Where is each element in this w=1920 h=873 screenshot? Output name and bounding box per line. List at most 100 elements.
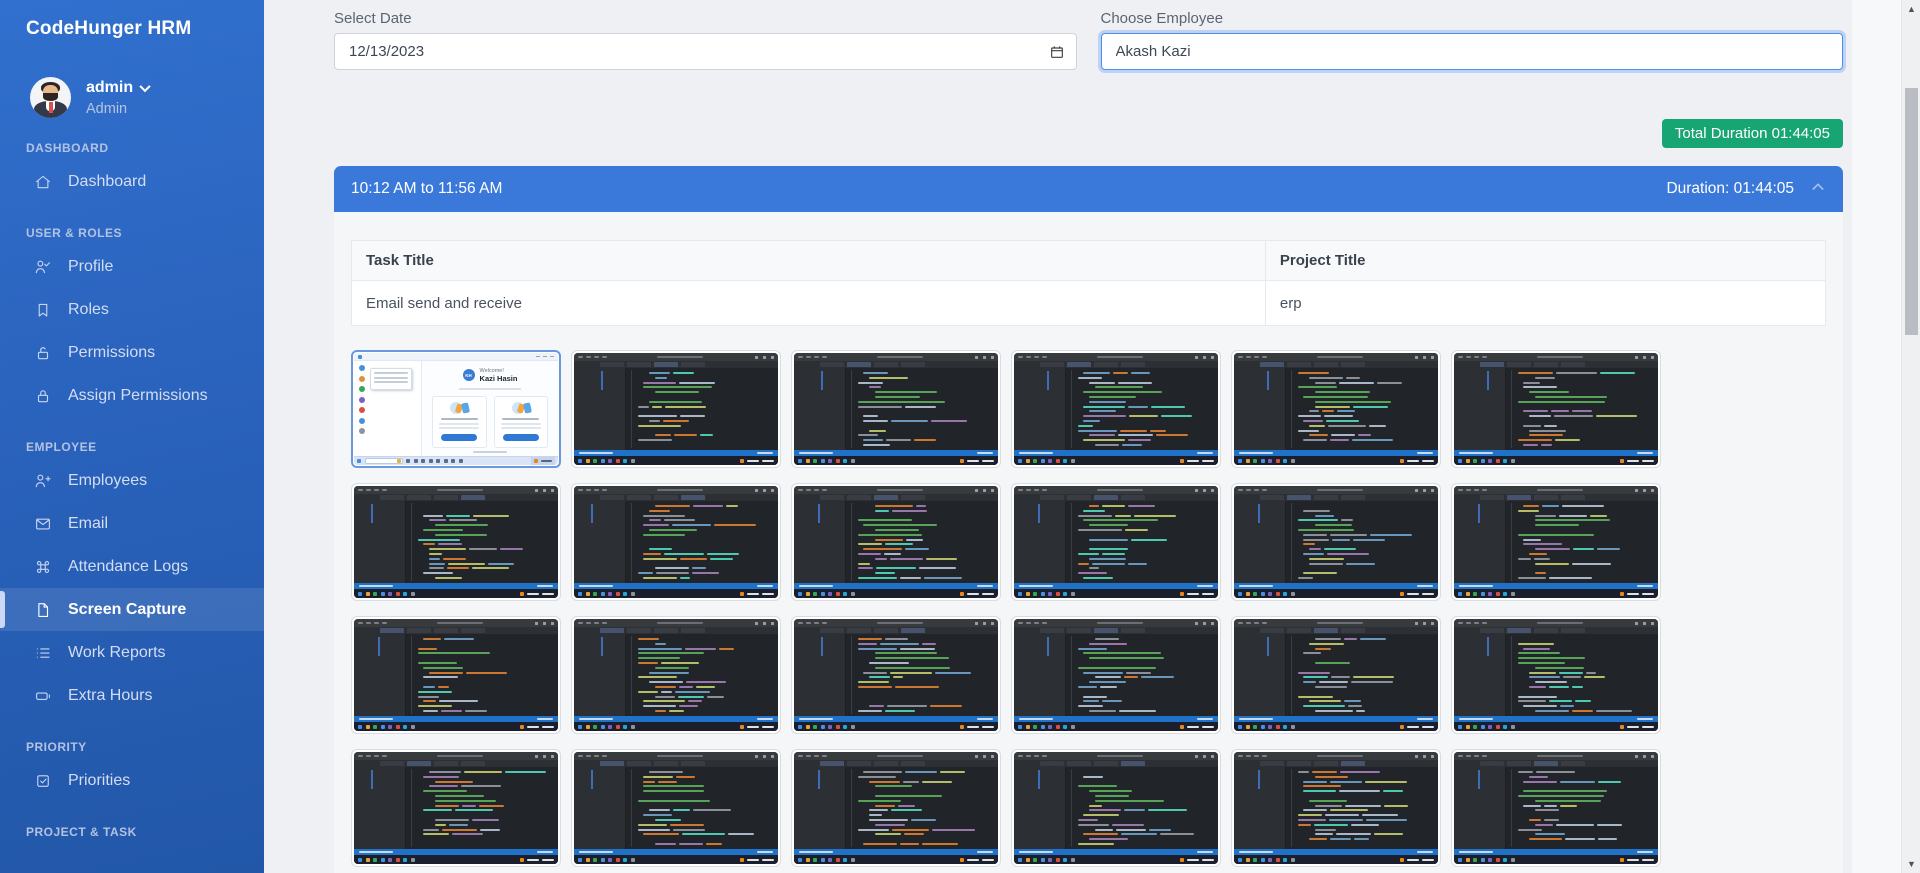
- window-titlebar: [354, 353, 558, 361]
- file-tree-panel: [1454, 501, 1506, 583]
- date-input[interactable]: [347, 42, 1064, 61]
- app-brand: CodeHunger HRM: [26, 18, 264, 40]
- taskbar-app-icon: [806, 459, 810, 463]
- employee-input[interactable]: [1114, 42, 1831, 61]
- list-item: [359, 428, 416, 434]
- sidebar-item-permissions[interactable]: Permissions: [0, 331, 264, 374]
- main-content: Select Date Choose Employee Total Durati…: [264, 0, 1852, 873]
- sidebar-item-dashboard[interactable]: Dashboard: [0, 160, 264, 203]
- screenshot-thumbnail[interactable]: [351, 749, 561, 867]
- taskbar-tray: [1180, 592, 1214, 596]
- date-input-box[interactable]: [334, 33, 1077, 70]
- screenshot-thumbnail[interactable]: [1231, 616, 1441, 734]
- windows-taskbar: [354, 589, 558, 598]
- screenshot-thumbnail[interactable]: [791, 749, 1001, 867]
- screenshot-thumbnail-selected[interactable]: KHWelcome!Kazi Hasin: [351, 350, 561, 468]
- taskbar-search-box: [365, 458, 403, 464]
- taskbar-app-icon: [843, 858, 847, 862]
- taskbar-app-icon: [1488, 725, 1492, 729]
- sidebar-item-roles[interactable]: Roles: [0, 288, 264, 331]
- employee-input-box[interactable]: [1101, 33, 1844, 70]
- taskbar-app-icon: [1291, 459, 1295, 463]
- taskbar-app-icon: [1056, 592, 1060, 596]
- user-menu[interactable]: admin Admin: [30, 77, 264, 118]
- sidebar-item-extra-hours[interactable]: Extra Hours: [0, 674, 264, 717]
- scroll-down-arrow[interactable]: ▼: [1902, 859, 1920, 869]
- editor-tabs: [1014, 494, 1218, 501]
- window-titlebar: [574, 353, 778, 361]
- windows-taskbar: [794, 589, 998, 598]
- sidebar-item-work-reports[interactable]: Work Reports: [0, 631, 264, 674]
- command-icon: [34, 558, 52, 576]
- screenshot-thumbnail[interactable]: [571, 749, 781, 867]
- screenshot-thumbnail[interactable]: [1011, 616, 1221, 734]
- window-titlebar: [1234, 619, 1438, 627]
- session-header[interactable]: 10:12 AM to 11:56 AM Duration: 01:44:05: [334, 166, 1843, 212]
- screenshot-thumbnail[interactable]: [1011, 483, 1221, 601]
- sidebar-item-screen-capture[interactable]: Screen Capture: [0, 588, 264, 631]
- window-titlebar: [1454, 752, 1658, 760]
- taskbar-app-icon: [1488, 592, 1492, 596]
- editor-tabs: [1234, 361, 1438, 368]
- screenshot-thumbnail[interactable]: [1451, 483, 1661, 601]
- screenshot-thumbnail[interactable]: [1231, 483, 1441, 601]
- taskbar-app-icon: [411, 592, 415, 596]
- windows-taskbar: [1454, 722, 1658, 731]
- session-time-range: 10:12 AM to 11:56 AM: [351, 180, 502, 198]
- taskbar-tray: [520, 725, 554, 729]
- screenshot-thumbnail[interactable]: [571, 350, 781, 468]
- window-titlebar: [1234, 752, 1438, 760]
- taskbar-app-icon: [1063, 858, 1067, 862]
- chevron-up-icon[interactable]: [1810, 179, 1826, 200]
- taskbar-app-icon: [1268, 459, 1272, 463]
- taskbar-app-icon: [1488, 459, 1492, 463]
- taskbar-app-icon: [1033, 725, 1037, 729]
- file-tree-panel: [794, 501, 846, 583]
- screenshot-thumbnail[interactable]: [1231, 350, 1441, 468]
- screenshot-thumbnail[interactable]: [791, 616, 1001, 734]
- screenshot-thumbnail[interactable]: [351, 616, 561, 734]
- file-tree-panel: [354, 767, 406, 849]
- calendar-icon[interactable]: [1049, 44, 1065, 60]
- taskbar-app-icon: [1503, 725, 1507, 729]
- taskbar-app-icon: [1276, 725, 1280, 729]
- avatar[interactable]: [30, 77, 71, 118]
- sidebar-item-label: Email: [68, 515, 108, 533]
- windows-taskbar: [354, 456, 558, 465]
- card-action-button: [441, 434, 477, 441]
- sidebar-item-assign-permissions[interactable]: Assign Permissions: [0, 374, 264, 417]
- taskbar-app-icon: [1246, 858, 1250, 862]
- screenshot-thumbnail[interactable]: [791, 483, 1001, 601]
- sidebar-section-heading: PRIORITY: [26, 740, 264, 754]
- scrollbar-thumb[interactable]: [1905, 88, 1918, 335]
- screenshot-thumbnail[interactable]: [1011, 749, 1221, 867]
- code-editor-screenshot: [1454, 752, 1658, 864]
- taskbar-app-icon: [1268, 592, 1272, 596]
- screenshot-thumbnail[interactable]: [1451, 350, 1661, 468]
- window-titlebar: [1014, 619, 1218, 627]
- taskbar-app-icon: [1056, 725, 1060, 729]
- taskbar-app-icon: [1291, 592, 1295, 596]
- vertical-scrollbar[interactable]: ▲ ▼: [1901, 0, 1920, 873]
- screenshot-thumbnail[interactable]: [1451, 616, 1661, 734]
- sidebar-section-heading: EMPLOYEE: [26, 440, 264, 454]
- screenshot-thumbnail[interactable]: [351, 483, 561, 601]
- sidebar-item-profile[interactable]: Profile: [0, 245, 264, 288]
- screenshot-thumbnail[interactable]: [791, 350, 1001, 468]
- screenshot-thumbnail[interactable]: [571, 616, 781, 734]
- windows-taskbar: [574, 456, 778, 465]
- screenshot-thumbnail[interactable]: [571, 483, 781, 601]
- sidebar-item-email[interactable]: Email: [0, 502, 264, 545]
- sidebar-item-priorities[interactable]: Priorities: [0, 759, 264, 802]
- taskbar-app-icon: [813, 459, 817, 463]
- taskbar-tray: [1400, 725, 1434, 729]
- screenshot-thumbnail[interactable]: [1451, 749, 1661, 867]
- window-titlebar: [354, 619, 558, 627]
- screenshot-thumbnail[interactable]: [1231, 749, 1441, 867]
- taskbar-app-icon: [358, 858, 362, 862]
- screenshot-thumbnail[interactable]: [1011, 350, 1221, 468]
- sidebar-item-employees[interactable]: Employees: [0, 459, 264, 502]
- sidebar-item-attendance-logs[interactable]: Attendance Logs: [0, 545, 264, 588]
- taskbar-app-icon: [1268, 725, 1272, 729]
- scroll-up-arrow[interactable]: ▲: [1902, 4, 1920, 14]
